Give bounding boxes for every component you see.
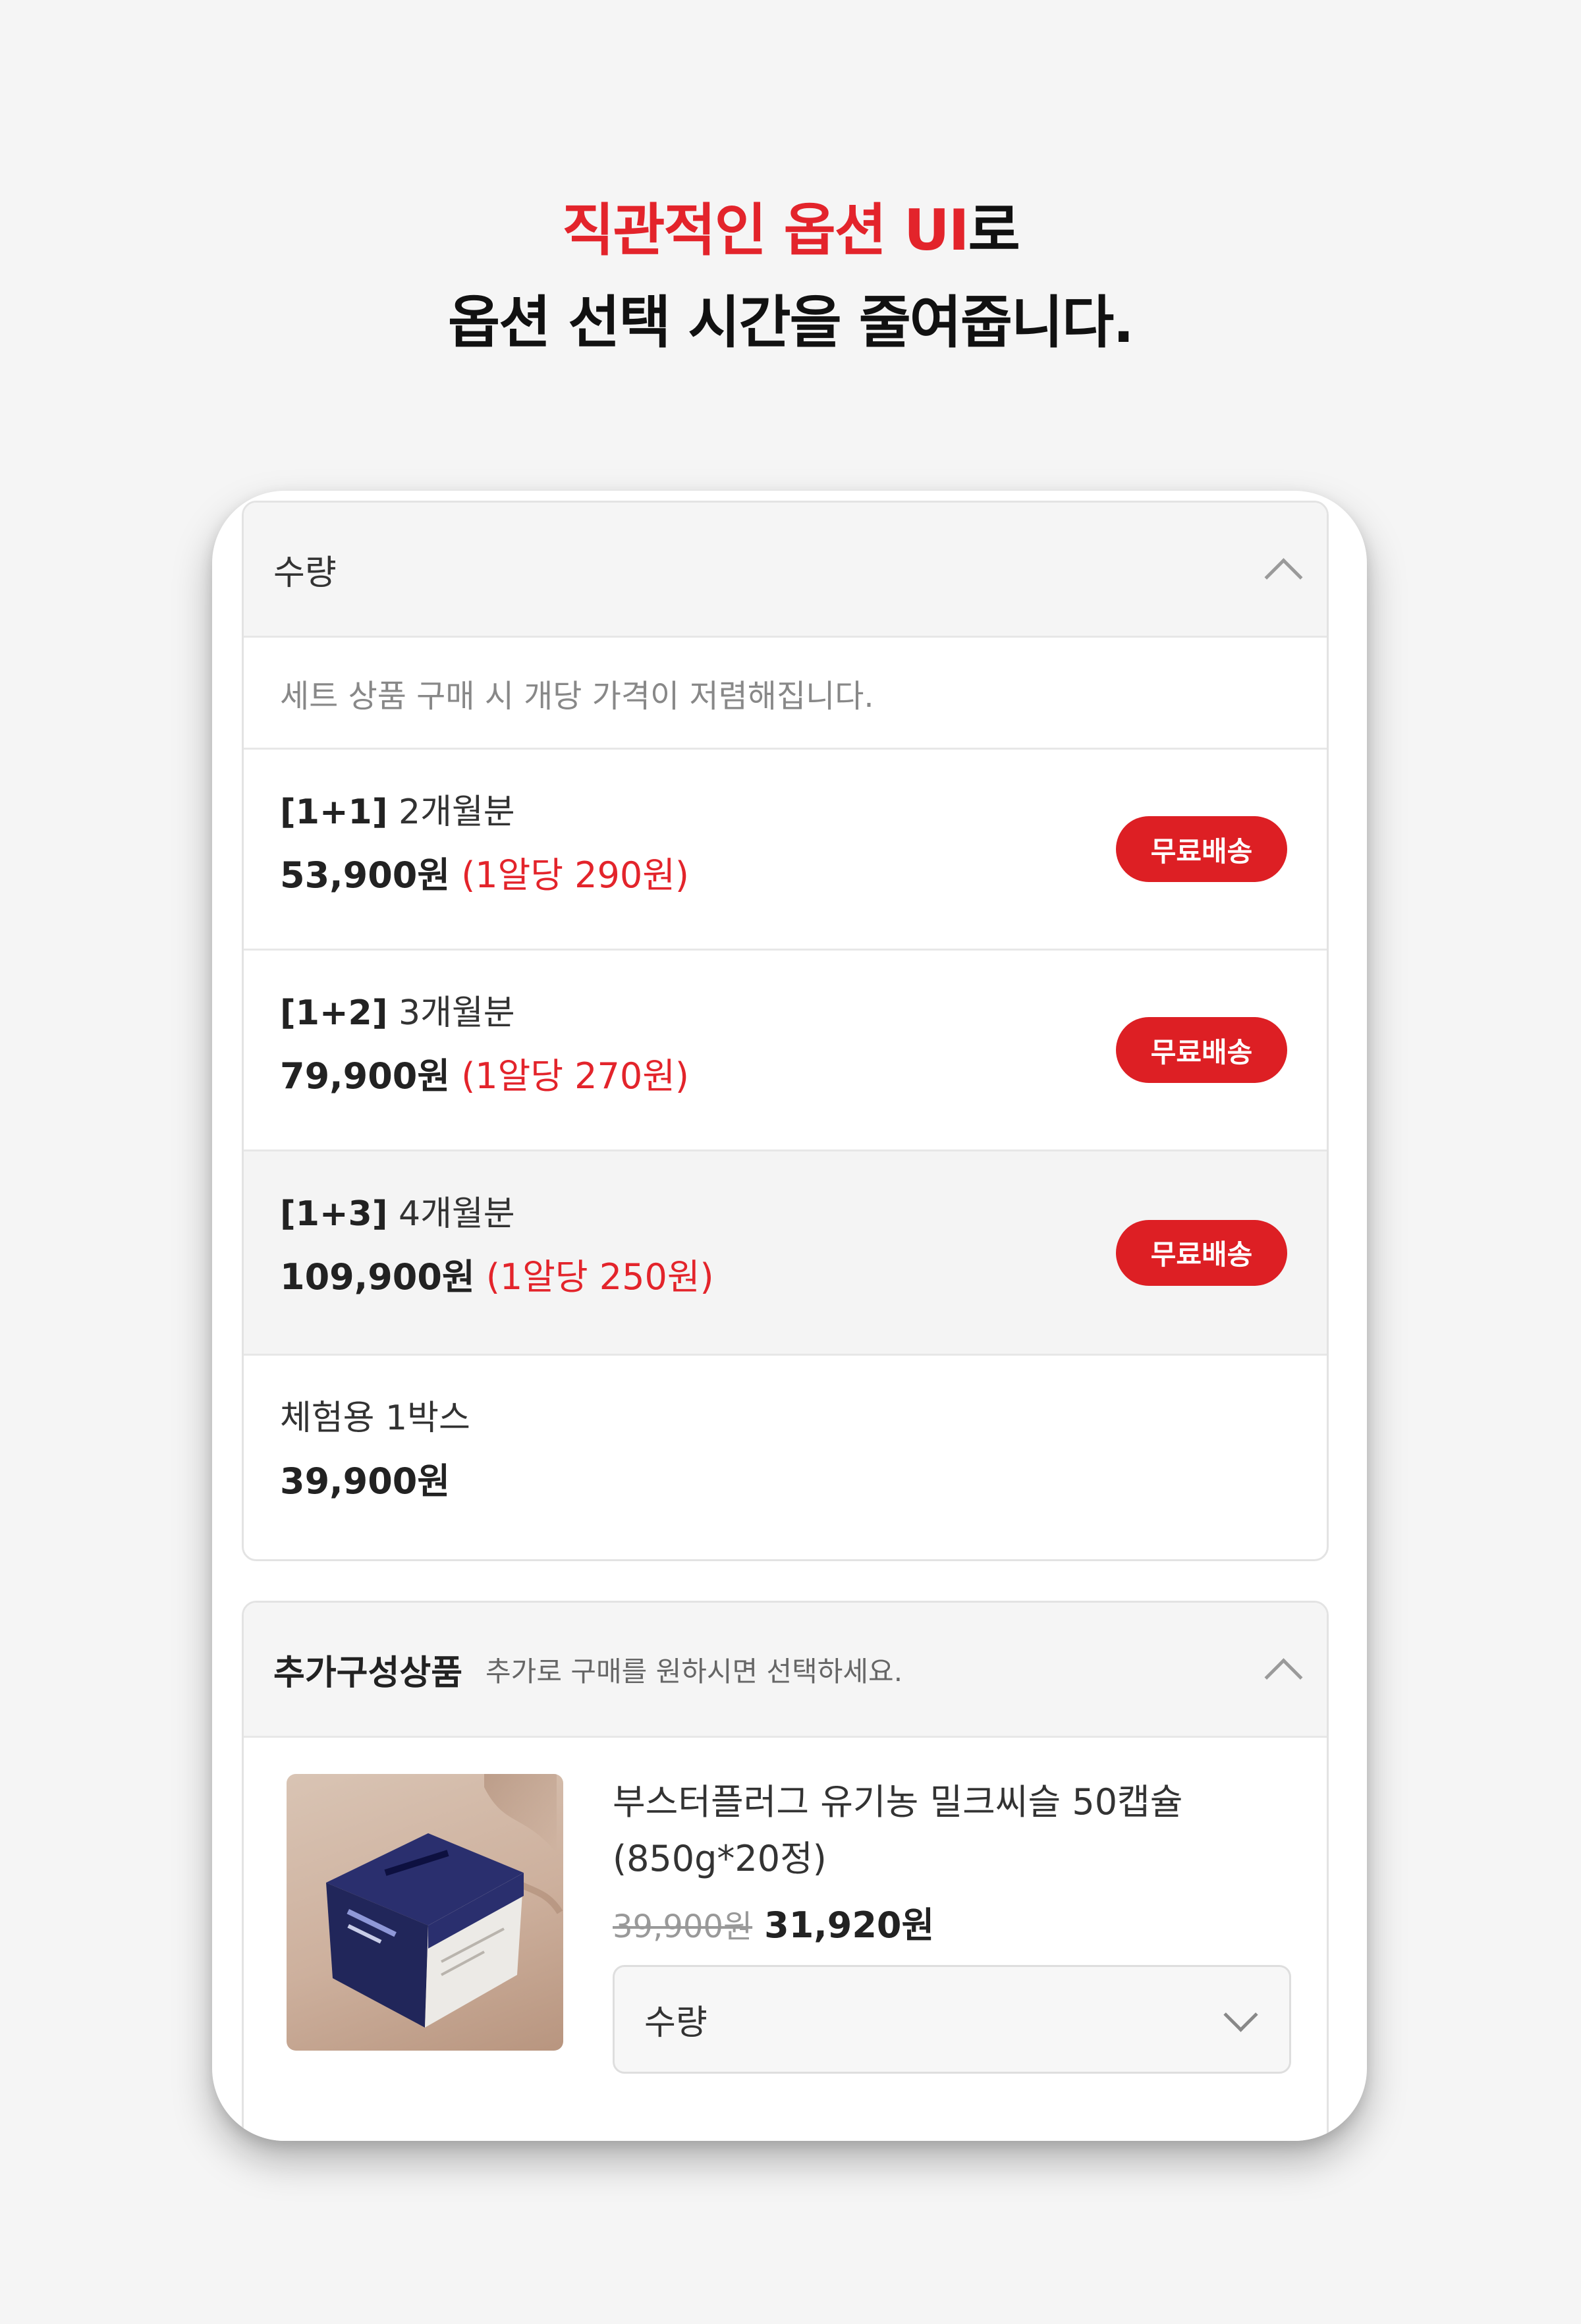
chevron-down-icon: [1223, 1997, 1258, 2032]
option-price: 53,900원: [280, 854, 451, 896]
headline-line1: 직관적인 옵션 UI로: [0, 184, 1581, 277]
option-unit-price: (1알당 270원): [461, 1055, 689, 1097]
option-period: 4개월분: [399, 1194, 515, 1234]
option-period: 3개월분: [399, 993, 515, 1033]
option-1plus2[interactable]: [1+2] 3개월분 79,900원 (1알당 270원) 무료배송: [244, 951, 1327, 1151]
addon-quantity-select-label: 수량: [644, 2003, 707, 2043]
product-name-line1: 부스터플러그 유기농 밀크씨슬 50캡슐: [613, 1781, 1183, 1823]
option-trial-box[interactable]: 체험용 1박스 39,900원: [244, 1356, 1327, 1557]
addon-quantity-select[interactable]: 수량: [613, 1965, 1291, 2074]
headline-highlight: 직관적인 옵션 UI: [562, 198, 969, 263]
option-period: 2개월분: [399, 792, 515, 832]
headline-line2: 옵션 선택 시간을 줄여줍니다.: [448, 290, 1134, 356]
product-price: 39,900원 31,920원: [613, 1896, 934, 1956]
free-shipping-badge: 무료배송: [1116, 1017, 1287, 1083]
option-tag: [1+1]: [280, 792, 388, 832]
headline-suffix: 로: [968, 198, 1020, 263]
product-name: 부스터플러그 유기농 밀크씨슬 50캡슐 (850g*20정): [613, 1774, 1271, 1887]
addon-panel-subtitle: 추가로 구매를 원하시면 선택하세요.: [485, 1655, 903, 1688]
option-price: 79,900원: [280, 1055, 451, 1097]
addon-product: 부스터플러그 유기농 밀크씨슬 50캡슐 (850g*20정) 39,900원 3…: [244, 1738, 1327, 2107]
quantity-panel-header[interactable]: 수량: [244, 503, 1327, 638]
product-name-line2: (850g*20정): [613, 1838, 827, 1879]
headline: 직관적인 옵션 UI로 옵션 선택 시간을 줄여줍니다.: [0, 184, 1581, 369]
option-1plus1[interactable]: [1+1] 2개월분 53,900원 (1알당 290원) 무료배송: [244, 750, 1327, 951]
set-discount-notice: 세트 상품 구매 시 개당 가격이 저렴해집니다.: [244, 638, 1327, 750]
free-shipping-badge: 무료배송: [1116, 1219, 1287, 1286]
sale-price: 31,920원: [764, 1904, 935, 1946]
option-tag: [1+2]: [280, 993, 388, 1033]
option-1plus3[interactable]: [1+3] 4개월분 109,900원 (1알당 250원) 무료배송: [244, 1151, 1327, 1356]
product-box-image: [326, 1774, 563, 2028]
free-shipping-badge: 무료배송: [1116, 816, 1287, 882]
option-unit-price: (1알당 250원): [485, 1256, 714, 1298]
quantity-panel-title: 수량: [273, 553, 337, 593]
quantity-panel: 수량 세트 상품 구매 시 개당 가격이 저렴해집니다. [1+1] 2개월분 …: [242, 501, 1329, 1561]
addon-panel-title: 추가구성상품: [273, 1653, 463, 1693]
addon-panel-header[interactable]: 추가구성상품 추가로 구매를 원하시면 선택하세요.: [244, 1603, 1327, 1738]
chevron-up-icon[interactable]: [1264, 558, 1303, 597]
phone-frame: 수량 세트 상품 구매 시 개당 가격이 저렴해집니다. [1+1] 2개월분 …: [212, 491, 1367, 2141]
addon-panel: 추가구성상품 추가로 구매를 원하시면 선택하세요. 부스터플러그 유기농 밀크…: [242, 1601, 1329, 2141]
option-price: 109,900원: [280, 1256, 475, 1298]
option-unit-price: (1알당 290원): [461, 854, 689, 896]
product-thumbnail: [287, 1774, 563, 2051]
chevron-up-icon[interactable]: [1264, 1658, 1303, 1697]
option-tag: [1+3]: [280, 1194, 388, 1234]
option-price: 39,900원: [280, 1460, 451, 1502]
original-price: 39,900원: [613, 1908, 753, 1945]
option-name: 체험용 1박스: [280, 1398, 470, 1438]
